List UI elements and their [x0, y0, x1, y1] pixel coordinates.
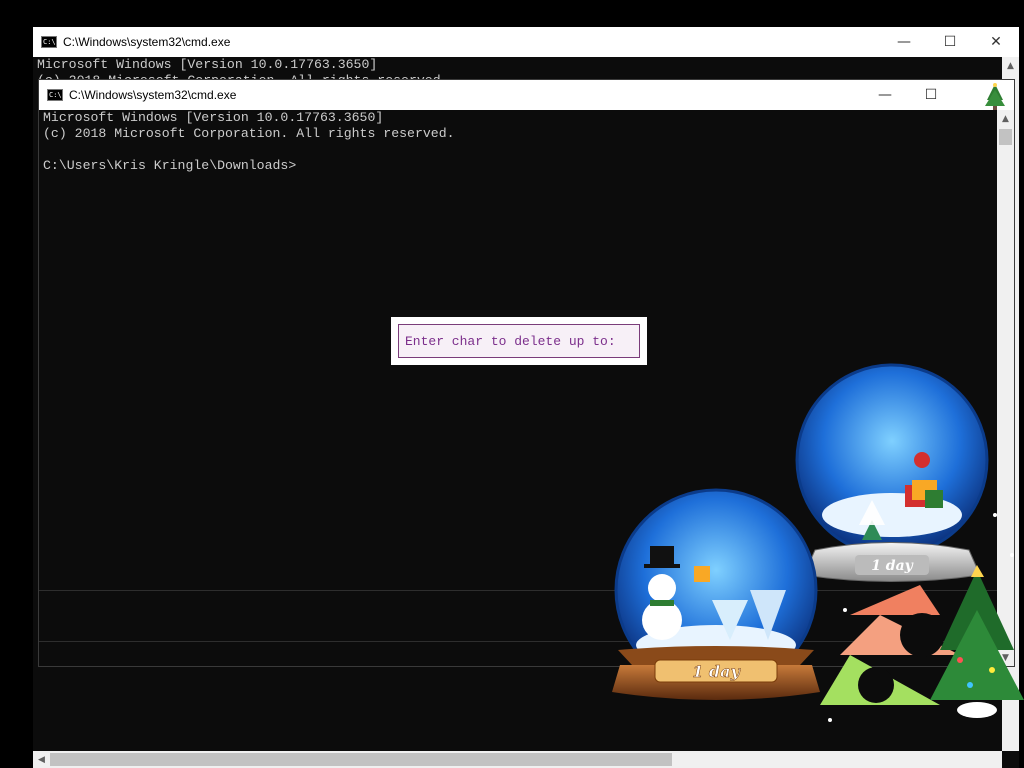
cmd-window-icon: C:\ [41, 36, 57, 48]
horizontal-scroll-thumb[interactable] [50, 753, 672, 766]
globe-label-right: 1 day [871, 558, 913, 574]
dialog-prompt: Enter char to delete up to: [398, 324, 640, 358]
scroll-up-arrow-icon[interactable]: ▲ [1002, 57, 1019, 74]
cmd-window-icon: C:\ [47, 89, 63, 101]
close-button[interactable]: ✕ [973, 27, 1019, 57]
maximize-button[interactable]: ☐ [927, 27, 973, 57]
globe-label-left: 1 day [692, 662, 741, 681]
vertical-scroll-thumb[interactable] [999, 129, 1012, 145]
horizontal-scrollbar-back[interactable]: ◀ [33, 751, 1002, 768]
delete-char-dialog[interactable]: Enter char to delete up to: [391, 317, 647, 365]
tree-icon [985, 83, 1005, 110]
minimize-button[interactable]: — [881, 27, 927, 57]
console-line: Microsoft Windows [Version 10.0.17763.36… [37, 57, 378, 72]
console-output-front[interactable]: Microsoft Windows [Version 10.0.17763.36… [43, 110, 455, 174]
window-title-front: C:\Windows\system32\cmd.exe [69, 88, 237, 102]
green-christmas-tree [930, 565, 1024, 718]
console-line: (c) 2018 Microsoft Corporation. All righ… [43, 126, 455, 141]
minimize-button[interactable]: — [862, 80, 908, 110]
scroll-left-arrow-icon[interactable]: ◀ [33, 751, 50, 768]
snowglobe-decoration: 1 day 1 day [612, 363, 1024, 722]
titlebar-back[interactable]: C:\ C:\Windows\system32\cmd.exe — ☐ ✕ [33, 27, 1019, 57]
maximize-button[interactable]: ☐ [908, 80, 954, 110]
snowglobe-right: 1 day [795, 363, 989, 582]
scroll-up-arrow-icon[interactable]: ▲ [997, 110, 1014, 127]
window-title-back: C:\Windows\system32\cmd.exe [63, 35, 231, 49]
console-prompt: C:\Users\Kris Kringle\Downloads> [43, 158, 297, 173]
titlebar-front[interactable]: C:\ C:\Windows\system32\cmd.exe — ☐ [39, 80, 1014, 110]
snowglobe-left: 1 day [612, 488, 820, 700]
console-line: Microsoft Windows [Version 10.0.17763.36… [43, 110, 384, 125]
